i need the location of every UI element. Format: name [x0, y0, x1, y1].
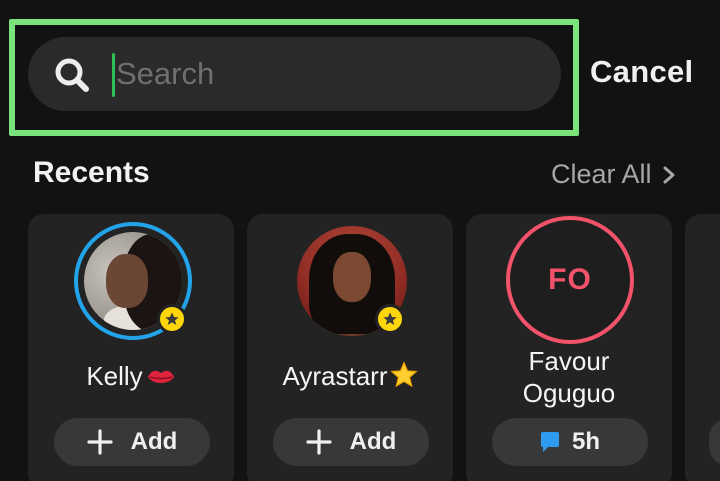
star-badge-icon — [375, 304, 405, 334]
add-friend-button[interactable]: Add — [273, 418, 429, 466]
plus-icon — [87, 429, 113, 455]
clear-all-button[interactable]: Clear All — [551, 159, 676, 190]
text-caret — [112, 53, 115, 97]
contact-first-name: Favour — [528, 346, 610, 376]
chat-button[interactable]: 5h — [492, 418, 648, 466]
search-icon — [55, 58, 89, 92]
recent-card-favour-oguguo[interactable]: FO Favour Oguguo 5h — [466, 214, 672, 481]
recent-card-ayrastarr[interactable]: Ayrastarr Add — [247, 214, 453, 481]
recent-card-partial[interactable] — [685, 214, 720, 481]
chat-icon — [540, 432, 559, 452]
cancel-button[interactable]: Cancel — [590, 54, 693, 90]
contact-name-text: Kelly — [86, 361, 143, 391]
recent-card-kelly[interactable]: Kelly Add — [28, 214, 234, 481]
contact-name: Kelly — [28, 361, 234, 392]
star-emoji-icon — [389, 361, 418, 388]
card-action-button[interactable] — [709, 418, 720, 466]
add-friend-button[interactable]: Add — [54, 418, 210, 466]
lips-emoji-icon — [147, 370, 174, 383]
add-button-label: Add — [349, 428, 397, 455]
recents-heading: Recents — [33, 156, 150, 189]
contact-last-name: Oguguo — [522, 378, 616, 408]
contact-name: Ayrastarr — [247, 361, 453, 392]
contact-name-text: Ayrastarr — [282, 361, 388, 391]
plus-icon — [306, 429, 332, 455]
clear-all-label: Clear All — [551, 159, 652, 189]
search-input[interactable] — [116, 49, 536, 99]
last-chat-time: 5h — [571, 428, 600, 455]
chevron-right-icon — [663, 166, 675, 183]
star-badge-icon — [157, 304, 187, 334]
add-button-label: Add — [130, 428, 178, 455]
initials-avatar[interactable]: FO — [506, 216, 634, 344]
avatar-initials: FO — [548, 263, 592, 296]
